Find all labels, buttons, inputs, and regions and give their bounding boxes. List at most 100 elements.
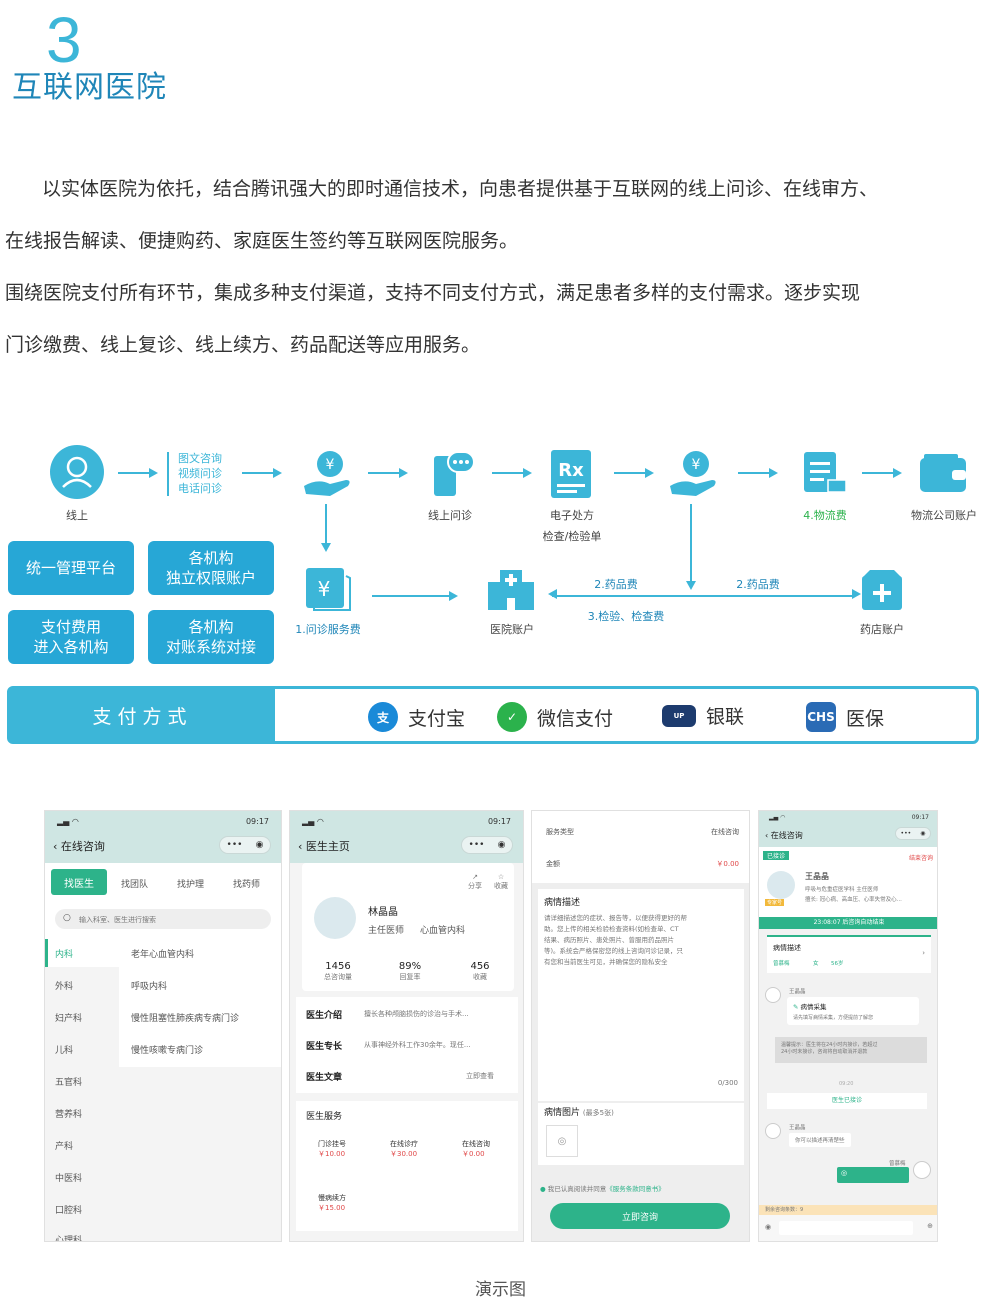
dept-list: 内科 外科 妇产科 儿科 五官科 营养科 产科 中医科 口腔科 心理科 老年心血…: [45, 939, 281, 1241]
independent-account-button: 各机构 独立权限账户: [148, 541, 274, 595]
search-input[interactable]: ○ 输入科室、医生进行搜索: [55, 909, 271, 929]
doctor-skill: 擅长: 冠心病、高血压、心率失常及心...: [805, 897, 902, 903]
flow-arrow: [492, 468, 532, 478]
wallet-icon: [918, 452, 968, 494]
dept-item[interactable]: 儿科: [55, 1043, 73, 1056]
dept-item[interactable]: 五官科: [55, 1075, 82, 1088]
payment-alipay[interactable]: 支 支付宝: [368, 702, 465, 732]
phone-screen-chat: ▂▄ ◠ 09:17 ‹ 在线咨询 ••• ◉ 已接诊 结束咨询 专家号 王晶晶 …: [758, 810, 938, 1242]
avatar: [314, 897, 356, 939]
dept-item[interactable]: 内科: [55, 947, 73, 960]
dept-item[interactable]: 心理科: [55, 1233, 82, 1241]
svg-text:¥: ¥: [692, 457, 701, 473]
back-icon: ‹: [53, 840, 61, 853]
service-online-consult[interactable]: 在线咨询 ￥0.00: [462, 1139, 490, 1159]
amount-value: ￥0.00: [716, 860, 739, 868]
dept-item[interactable]: 妇产科: [55, 1011, 82, 1024]
payment-medical-insurance[interactable]: CHS 医保: [806, 702, 884, 732]
mini-program-capsule[interactable]: ••• ◉: [219, 836, 271, 854]
search-icon: ○: [63, 913, 71, 923]
end-consult-link[interactable]: 结束咨询: [909, 853, 933, 862]
condition-summary-card[interactable]: 病情描述 曾慕梅 女 56岁 ›: [767, 935, 931, 973]
tab-find-doctor[interactable]: 找医生: [51, 869, 107, 895]
subdept-item[interactable]: 呼吸内科: [131, 979, 167, 992]
expert-badge: 专家号: [765, 899, 785, 906]
pharmacy-account-label: 药店账户: [860, 623, 904, 636]
dept-item[interactable]: 外科: [55, 979, 73, 992]
message-time: 09:20: [839, 1081, 854, 1087]
payment-unionpay[interactable]: UP 银联: [662, 702, 744, 729]
submit-button[interactable]: 立即咨询: [550, 1203, 730, 1229]
payment-entry-button: 支付费用 进入各机构: [8, 610, 134, 664]
flow-arrow: [614, 468, 654, 478]
logistics-account-label: 物流公司账户: [911, 509, 977, 522]
signal-icon: ▂▄ ◠: [57, 817, 79, 826]
condition-input[interactable]: 请详细描述您的症状、报告等，以便获得更好的帮 助。您上传的相关检验检查资料(如检…: [544, 913, 742, 968]
consult-fee-label: 1.问诊服务费: [295, 623, 361, 636]
status-time: 09:17: [487, 817, 511, 826]
unionpay-icon: UP: [662, 704, 696, 727]
payment-wechat[interactable]: ✓ 微信支付: [497, 702, 613, 732]
reconciliation-button: 各机构 对账系统对接: [148, 610, 274, 664]
doctor-name: 王晶晶: [805, 872, 829, 881]
section-title: 互联网医院: [12, 70, 167, 105]
service-online-treatment[interactable]: 在线诊疗 ￥30.00: [390, 1139, 418, 1159]
agreement[interactable]: ● 我已认真阅读并同意《服务条款同意书》: [540, 1183, 665, 1193]
plus-icon[interactable]: ⊕: [927, 1222, 933, 1230]
favorite-button[interactable]: ☆ 收藏: [494, 873, 508, 891]
mini-program-capsule[interactable]: ••• ◉: [461, 836, 513, 854]
prescription-label: 电子处方: [550, 509, 594, 522]
alipay-icon: 支: [368, 702, 398, 732]
chs-icon: CHS: [806, 702, 836, 732]
dept-item[interactable]: 营养科: [55, 1107, 82, 1120]
unified-platform-button: 统一管理平台: [8, 541, 134, 595]
check-icon: ●: [540, 1185, 546, 1193]
dept-item[interactable]: 产科: [55, 1139, 73, 1152]
voice-icon[interactable]: ◉: [765, 1223, 771, 1231]
tab-find-pharmacist[interactable]: 找药师: [233, 877, 260, 890]
stat-favorites: 456 收藏: [470, 961, 490, 981]
drug-fee-left-label: 2.药品费: [594, 578, 638, 591]
services-title: 医生服务: [306, 1112, 343, 1122]
play-icon: ◎: [841, 1169, 848, 1177]
camera-icon[interactable]: ◎: [546, 1125, 578, 1157]
signal-icon: ▂▄ ◠: [302, 817, 324, 826]
dept-item[interactable]: 中医科: [55, 1171, 82, 1184]
share-button[interactable]: ↗ 分享: [468, 873, 482, 891]
service-chronic-renewal[interactable]: 慢病续方 ￥15.00: [318, 1193, 346, 1213]
online-label: 线上: [66, 509, 88, 522]
collect-title: ✎ 病情采集: [793, 1003, 827, 1011]
fee-line: [552, 595, 854, 597]
search-row: ○ 输入科室、医生进行搜索: [45, 903, 281, 939]
share-icon: ↗: [472, 873, 478, 881]
phone-screen-consult: ▂▄ ◠ 09:17 ‹ 在线咨询 ••• ◉ 找医生 找团队 找护理 找药师 ○…: [44, 810, 282, 1242]
page-title: ‹ 在线咨询: [765, 831, 803, 840]
mini-program-capsule[interactable]: ••• ◉: [895, 827, 931, 840]
intro-label: 医生介绍: [306, 1011, 343, 1021]
specialty-value[interactable]: 从事神经外科工作30余年。现任...: [364, 1040, 471, 1050]
subdept-item[interactable]: 慢性阻塞性肺疾病专病门诊: [131, 1011, 239, 1024]
svg-text:¥: ¥: [326, 457, 335, 473]
tab-find-nurse[interactable]: 找护理: [177, 877, 204, 890]
flow-arrow: [738, 468, 778, 478]
image-title: 病情图片 (最多5张): [544, 1108, 614, 1118]
intro-value[interactable]: 擅长各种颅脑损伤的诊治与手术...: [364, 1009, 469, 1019]
consult-type-image-text: 图文咨询: [178, 452, 222, 465]
service-registration[interactable]: 门诊挂号 ￥10.00: [318, 1139, 346, 1159]
tab-find-team[interactable]: 找团队: [121, 877, 148, 890]
flow-arrow-down: [321, 504, 331, 552]
flow-arrow: [368, 468, 408, 478]
subdept-item[interactable]: 慢性咳嗽专病门诊: [131, 1043, 203, 1056]
subdept-item[interactable]: 老年心血管内科: [131, 947, 194, 960]
phone-header: ▂▄ ◠ 09:17 ‹ 在线咨询 ••• ◉: [45, 811, 281, 863]
articles-link[interactable]: 立即查看: [466, 1071, 494, 1081]
message-input[interactable]: [779, 1221, 913, 1235]
consult-type-phone: 电话问诊: [178, 482, 222, 495]
collect-message[interactable]: ✎ 病情采集 请先填写病情采集，方便提前了解您: [787, 997, 919, 1025]
card-title: 病情描述: [773, 944, 801, 952]
input-bar: ◉ ⊕: [759, 1215, 937, 1241]
logistics-fee-label: 4.物流费: [803, 509, 847, 522]
logistics-doc-icon: [800, 448, 850, 498]
dept-item[interactable]: 口腔科: [55, 1203, 82, 1216]
doctor-header: 已接诊 结束咨询 专家号 王晶晶 呼吸与危重症医学科 主任医师 擅长: 冠心病、…: [759, 847, 937, 917]
